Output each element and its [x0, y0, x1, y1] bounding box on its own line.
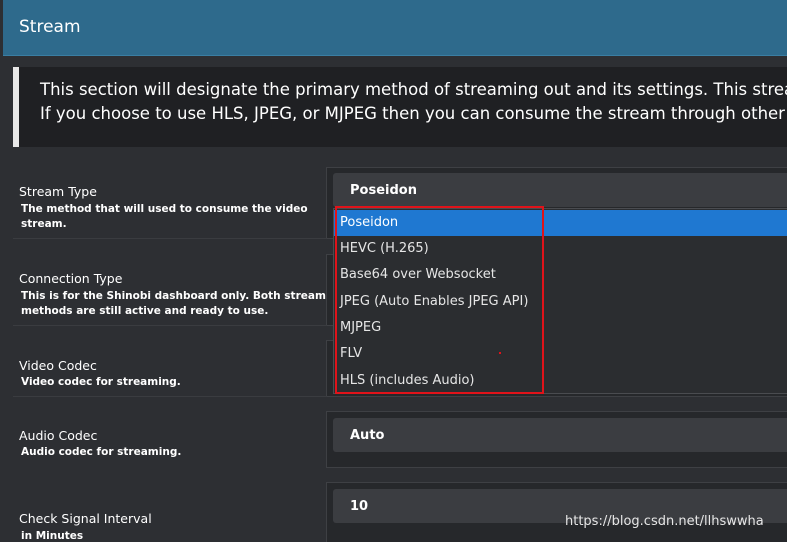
stream-type-select[interactable]: Poseidon — [333, 173, 787, 207]
section-title: Stream — [19, 17, 81, 37]
check-signal-label: Check Signal Interval — [19, 511, 152, 526]
stream-type-desc-2: stream. — [21, 218, 67, 230]
connection-type-desc-1: This is for the Shinobi dashboard only. … — [21, 290, 326, 302]
row-divider — [13, 238, 327, 239]
connection-type-label: Connection Type — [19, 271, 123, 286]
audio-codec-desc: Audio codec for streaming. — [21, 446, 182, 458]
audio-codec-select[interactable]: Auto — [333, 418, 787, 452]
info-line-1: This section will designate the primary … — [40, 80, 787, 99]
info-callout: This section will designate the primary … — [13, 67, 787, 147]
annotation-dot — [499, 352, 501, 354]
video-codec-desc: Video codec for streaming. — [21, 376, 181, 388]
row-divider — [13, 325, 327, 326]
row-divider — [13, 396, 327, 397]
check-signal-desc: in Minutes — [21, 530, 84, 542]
stream-type-value: Poseidon — [350, 183, 417, 198]
info-line-2: If you choose to use HLS, JPEG, or MJPEG… — [40, 104, 787, 123]
stream-type-desc-1: The method that will used to consume the… — [21, 203, 308, 215]
stream-type-label: Stream Type — [19, 184, 97, 199]
connection-type-desc-2: methods are still active and ready to us… — [21, 305, 269, 317]
highlight-annotation-box — [335, 206, 544, 394]
check-signal-value: 10 — [350, 499, 369, 514]
section-header: Stream — [3, 0, 787, 56]
video-codec-label: Video Codec — [19, 358, 97, 373]
audio-codec-label: Audio Codec — [19, 428, 98, 443]
audio-codec-value: Auto — [350, 428, 385, 443]
watermark: https://blog.csdn.net/llhswwha — [565, 514, 764, 529]
